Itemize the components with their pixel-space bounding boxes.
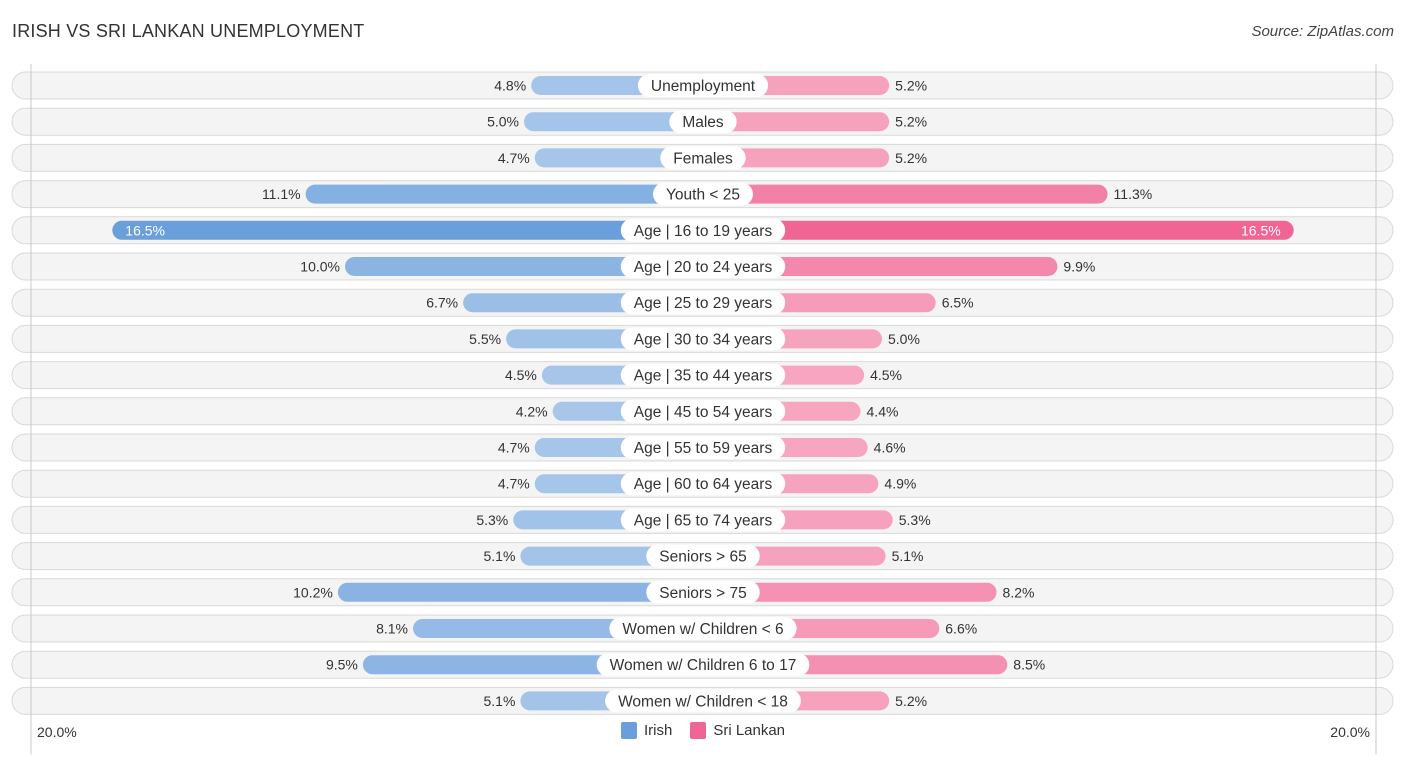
value-label-sri-lankan: 5.1% xyxy=(892,548,924,564)
value-label-sri-lankan: 6.6% xyxy=(945,621,977,637)
category-label: Age | 25 to 29 years xyxy=(634,295,773,312)
value-label-irish: 5.3% xyxy=(476,512,508,528)
category-label: Unemployment xyxy=(651,78,756,95)
category-label: Females xyxy=(673,150,733,167)
legend-swatch-sri-lankan xyxy=(690,722,707,739)
value-label-sri-lankan: 6.5% xyxy=(942,295,974,311)
value-label-sri-lankan: 4.9% xyxy=(884,476,916,492)
value-label-sri-lankan: 16.5% xyxy=(1241,222,1281,238)
bar-irish xyxy=(305,184,703,204)
value-label-sri-lankan: 5.2% xyxy=(895,114,927,130)
value-label-irish: 4.2% xyxy=(516,403,548,419)
category-label: Age | 45 to 54 years xyxy=(634,404,773,421)
value-label-irish: 9.5% xyxy=(326,657,358,673)
value-label-sri-lankan: 5.2% xyxy=(895,150,927,166)
category-label: Age | 35 to 44 years xyxy=(634,368,773,385)
value-label-sri-lankan: 8.5% xyxy=(1013,657,1045,673)
chart-canvas: 4.8% 5.2% Unemployment 5.0% 5.2% Males 4.7% 5.2… xyxy=(11,64,1394,755)
value-label-sri-lankan: 4.5% xyxy=(870,367,902,383)
legend-swatch-irish xyxy=(620,722,637,739)
value-label-irish: 16.5% xyxy=(125,222,165,238)
value-label-sri-lankan: 4.4% xyxy=(867,403,899,419)
legend-item-sri-lankan[interactable]: Sri Lankan xyxy=(690,722,785,739)
value-label-irish: 10.0% xyxy=(300,259,340,275)
legend-label-irish: Irish xyxy=(643,722,673,739)
bar-irish xyxy=(112,220,704,240)
value-label-sri-lankan: 4.6% xyxy=(874,440,906,456)
value-label-sri-lankan: 8.2% xyxy=(1003,584,1035,600)
bar-sri-lankan xyxy=(703,184,1108,204)
category-label: Age | 16 to 19 years xyxy=(634,223,773,240)
category-label: Seniors > 65 xyxy=(659,549,746,566)
value-label-irish: 4.7% xyxy=(498,440,530,456)
category-label: Women w/ Children < 18 xyxy=(618,693,788,710)
value-label-irish: 4.7% xyxy=(498,476,530,492)
category-label: Age | 55 to 59 years xyxy=(634,440,773,457)
value-label-irish: 11.1% xyxy=(262,186,301,202)
value-label-irish: 6.7% xyxy=(426,295,458,311)
value-label-sri-lankan: 11.3% xyxy=(1114,186,1153,202)
bar-sri-lankan xyxy=(703,220,1294,240)
category-label: Age | 60 to 64 years xyxy=(634,476,773,493)
category-label: Age | 65 to 74 years xyxy=(634,512,773,529)
category-label: Age | 20 to 24 years xyxy=(634,259,773,276)
category-label: Seniors > 75 xyxy=(659,585,746,602)
value-label-sri-lankan: 5.3% xyxy=(899,512,931,528)
value-label-irish: 5.1% xyxy=(483,548,515,564)
value-label-sri-lankan: 5.0% xyxy=(888,331,920,347)
value-label-irish: 4.8% xyxy=(494,78,526,94)
value-label-sri-lankan: 9.9% xyxy=(1063,259,1095,275)
value-label-irish: 4.7% xyxy=(498,150,530,166)
value-label-sri-lankan: 5.2% xyxy=(895,78,927,94)
legend-item-irish[interactable]: Irish xyxy=(620,722,673,739)
value-label-irish: 5.1% xyxy=(483,693,515,709)
category-label: Youth < 25 xyxy=(666,187,740,204)
value-label-sri-lankan: 5.2% xyxy=(895,693,927,709)
value-label-irish: 8.1% xyxy=(376,621,408,637)
value-label-irish: 5.0% xyxy=(487,114,519,130)
value-label-irish: 4.5% xyxy=(505,367,537,383)
legend-label-sri-lankan: Sri Lankan xyxy=(713,722,786,739)
category-label: Women w/ Children 6 to 17 xyxy=(610,657,797,674)
legend: Irish Sri Lankan xyxy=(0,722,1406,739)
category-label: Males xyxy=(682,114,724,131)
category-label: Age | 30 to 34 years xyxy=(634,331,773,348)
value-label-irish: 5.5% xyxy=(469,331,501,347)
category-label: Women w/ Children < 6 xyxy=(622,621,783,638)
value-label-irish: 10.2% xyxy=(293,584,333,600)
